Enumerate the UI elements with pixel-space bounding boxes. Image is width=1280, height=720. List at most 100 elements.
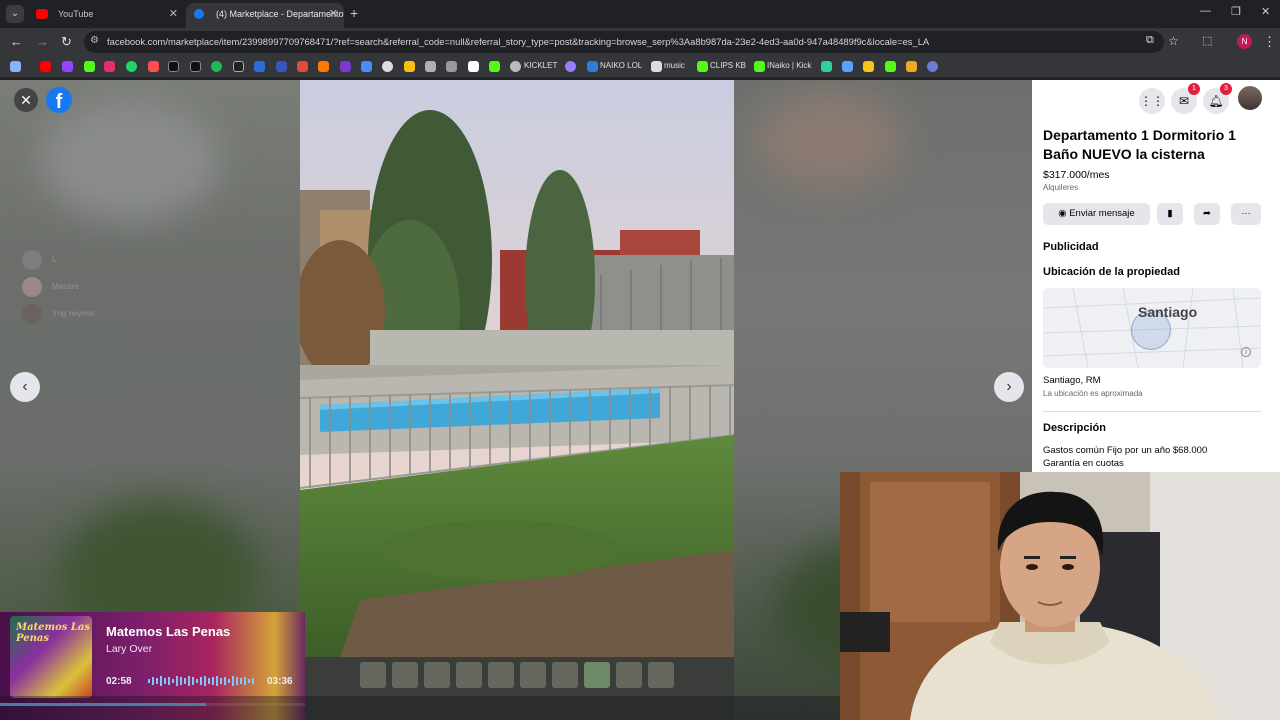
bookmark-whatsapp-icon[interactable]: [126, 61, 137, 72]
bookmark-purple-icon[interactable]: [340, 61, 351, 72]
save-button[interactable]: ▮: [1157, 203, 1183, 225]
thumbnail[interactable]: [360, 662, 386, 688]
bookmark-red-icon[interactable]: [297, 61, 308, 72]
bookmark-music[interactable]: music: [664, 61, 685, 70]
song-artist: Lary Over: [106, 643, 153, 655]
bookmark-kicklet-icon[interactable]: [510, 61, 521, 72]
forward-icon[interactable]: →: [36, 34, 49, 49]
bookmark-gray-icon[interactable]: [446, 61, 457, 72]
thumbnail-selected[interactable]: [584, 662, 610, 688]
taskbar-overlay: [0, 696, 840, 720]
song-title: Matemos Las Penas: [106, 624, 231, 639]
total-time: 03:36: [267, 676, 293, 687]
close-tab-icon[interactable]: ✕: [169, 3, 178, 25]
bookmark-green2-icon[interactable]: [885, 61, 896, 72]
bookmark-star-icon[interactable]: ☆: [1168, 34, 1179, 48]
pool-garden-photo: [300, 80, 734, 657]
bookmark-white-icon[interactable]: [468, 61, 479, 72]
omnibox[interactable]: ⚙ facebook.com/marketplace/item/23998997…: [84, 31, 1164, 53]
bookmark-clips-kb[interactable]: CLIPS KB: [710, 61, 746, 70]
bookmark-green-icon[interactable]: [489, 61, 500, 72]
bookmark-spotify-icon[interactable]: [211, 61, 222, 72]
youtube-icon: [36, 9, 48, 19]
cast-icon[interactable]: ⧉: [1146, 34, 1154, 47]
back-icon[interactable]: ←: [10, 34, 23, 49]
bookmark-yellow-icon[interactable]: [404, 61, 415, 72]
bookmark-clips-icon[interactable]: [697, 61, 708, 72]
thumbnail[interactable]: [552, 662, 578, 688]
thumbnail[interactable]: [392, 662, 418, 688]
bookmark-teal-icon[interactable]: [821, 61, 832, 72]
bookmark-grid-icon[interactable]: [842, 61, 853, 72]
close-tab-icon[interactable]: ✕: [329, 3, 338, 25]
chat-name: L.: [52, 255, 59, 264]
next-photo-button[interactable]: ›: [994, 372, 1024, 402]
avatar: [22, 304, 42, 324]
reload-icon[interactable]: ↻: [61, 34, 72, 50]
bookmark-cat-icon[interactable]: [425, 61, 436, 72]
thumbnail[interactable]: [616, 662, 642, 688]
profile-avatar[interactable]: N: [1237, 34, 1252, 49]
bookmarks-bar: KICKLET NAIKO LOL music CLIPS KB INaiko …: [0, 56, 1280, 78]
bookmark-discord-icon[interactable]: [565, 61, 576, 72]
messenger-badge: 1: [1188, 83, 1200, 95]
new-tab-icon[interactable]: +: [350, 5, 358, 21]
extensions-icon[interactable]: ⬚: [1202, 34, 1212, 47]
menu-grid-icon[interactable]: ⋮⋮: [1139, 88, 1165, 114]
location-map[interactable]: Santiago i: [1043, 288, 1261, 368]
bookmark-inaiko-kick[interactable]: INaiko | Kick: [767, 61, 811, 70]
bookmark-inaiko-icon[interactable]: [754, 61, 765, 72]
listing-title: Departamento 1 Dormitorio 1 Baño NUEVO l…: [1043, 127, 1236, 162]
bookmark-x-icon[interactable]: [168, 61, 179, 72]
share-button[interactable]: ➦: [1194, 203, 1220, 225]
bookmark-music-icon[interactable]: [651, 61, 662, 72]
bookmark-search-icon[interactable]: [361, 61, 372, 72]
info-icon[interactable]: i: [1241, 347, 1251, 357]
thumbnail[interactable]: [488, 662, 514, 688]
window-close-icon[interactable]: ✕: [1261, 5, 1270, 18]
browser-menu-icon[interactable]: ⋮: [1263, 34, 1276, 50]
tab-marketplace[interactable]: (4) Marketplace - Departamento ✕: [186, 3, 344, 28]
tab-label: YouTube: [58, 9, 94, 19]
restore-icon[interactable]: ❐: [1231, 5, 1241, 18]
bookmark-icon: ▮: [1167, 208, 1173, 219]
close-viewer-icon[interactable]: ✕: [14, 88, 38, 112]
bookmark-sync-icon[interactable]: [927, 61, 938, 72]
bookmark-chrome-icon[interactable]: [382, 61, 393, 72]
bookmark-naiko-lol[interactable]: NAIKO LOL: [600, 61, 642, 70]
album-cover: Matemos Las Penas: [10, 616, 92, 698]
facebook-logo-icon[interactable]: f: [46, 87, 72, 113]
bookmark-u-icon[interactable]: [906, 61, 917, 72]
apps-icon[interactable]: [10, 61, 21, 72]
facebook-top-icons: ⋮⋮ ✉ 1 🔔︎ 3: [1032, 80, 1280, 118]
description-heading: Descripción: [1043, 422, 1106, 434]
site-info-icon[interactable]: ⚙: [90, 35, 99, 46]
bookmark-kick-icon[interactable]: [84, 61, 95, 72]
bookmark-orange-icon[interactable]: [318, 61, 329, 72]
bookmark-imdb-icon[interactable]: [863, 61, 874, 72]
bookmark-kicklet[interactable]: KICKLET: [524, 61, 557, 70]
bookmark-tiktok-icon[interactable]: [190, 61, 201, 72]
avatar: [22, 250, 42, 270]
bookmark-instagram-icon[interactable]: [104, 61, 115, 72]
bookmark-naiko-icon[interactable]: [587, 61, 598, 72]
bookmark-s-icon[interactable]: [233, 61, 244, 72]
bookmark-youtube-icon[interactable]: [40, 61, 51, 72]
location-text: Santiago, RM: [1043, 375, 1101, 386]
thumbnail[interactable]: [424, 662, 450, 688]
more-options-button[interactable]: ···: [1231, 203, 1261, 225]
url-text[interactable]: facebook.com/marketplace/item/2399899770…: [107, 36, 929, 47]
bookmark-twitch-icon[interactable]: [62, 61, 73, 72]
minimize-icon[interactable]: —: [1200, 5, 1211, 17]
bookmark-pin-icon[interactable]: [148, 61, 159, 72]
thumbnail[interactable]: [520, 662, 546, 688]
thumbnail[interactable]: [456, 662, 482, 688]
tab-search-icon[interactable]: ⌄: [6, 5, 24, 23]
send-message-button[interactable]: ◉ Enviar mensaje: [1043, 203, 1150, 225]
previous-photo-button[interactable]: ‹: [10, 372, 40, 402]
thumbnail[interactable]: [648, 662, 674, 688]
account-avatar[interactable]: [1238, 86, 1262, 110]
tab-youtube[interactable]: YouTube ✕: [28, 3, 184, 28]
bookmark-blue-icon[interactable]: [276, 61, 287, 72]
bookmark-ck-icon[interactable]: [254, 61, 265, 72]
